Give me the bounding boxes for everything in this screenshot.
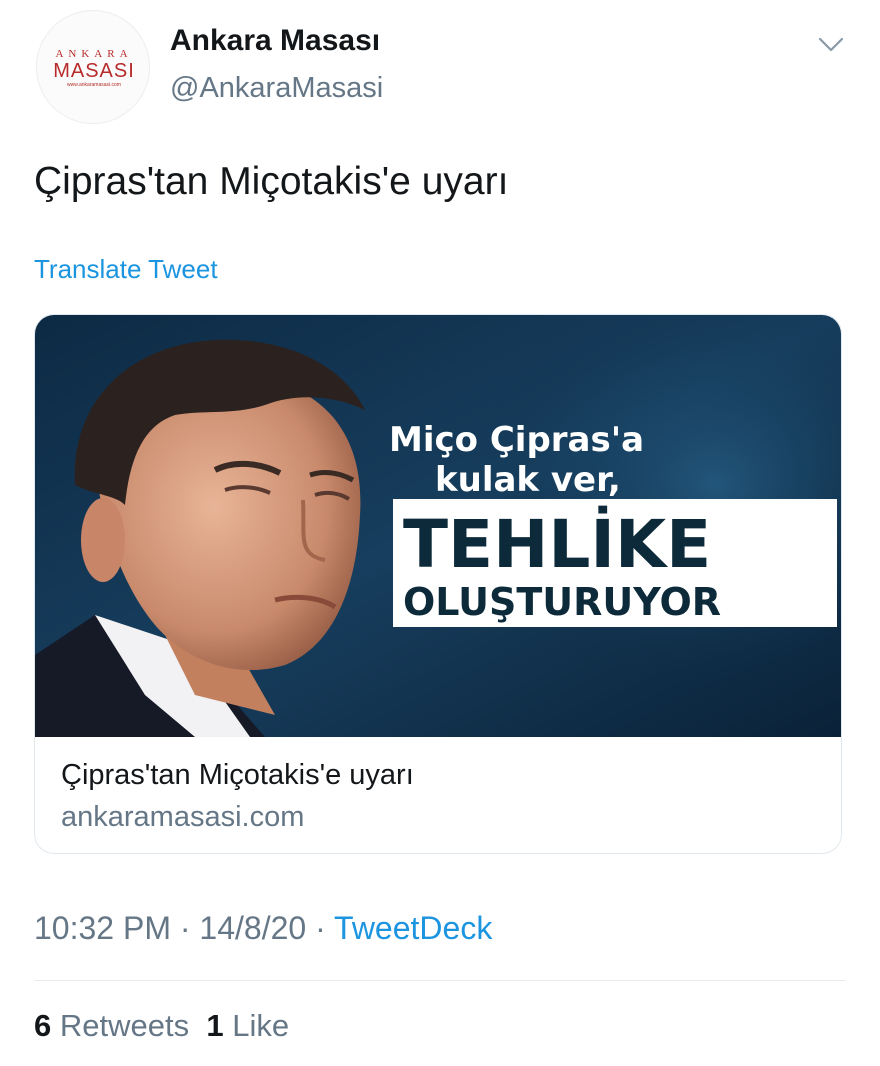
image-headline-2: kulak ver, <box>435 460 621 500</box>
chevron-down-icon[interactable] <box>818 36 844 54</box>
retweets-stat[interactable]: 6 Retweets <box>34 1008 189 1043</box>
image-headline-1: Miço Çipras'a <box>389 420 644 460</box>
image-headline-3: TEHLİKE <box>403 506 711 583</box>
translate-tweet-link[interactable]: Translate Tweet <box>34 254 218 285</box>
meta-separator: · <box>315 910 326 946</box>
card-title: Çipras'tan Miçotakis'e uyarı <box>61 759 414 791</box>
divider <box>34 980 846 981</box>
likes-stat[interactable]: 1 Like <box>206 1008 289 1043</box>
tweet-date[interactable]: 14/8/20 <box>199 910 306 946</box>
link-card[interactable]: Miço Çipras'a kulak ver, TEHLİKE OLUŞTUR… <box>34 314 842 854</box>
ankara-masasi-logo: ANKARA MASASI www.ankaramasasi.com <box>53 48 135 89</box>
tweet-text: Çipras'tan Miçotakis'e uyarı <box>34 160 509 203</box>
likes-label: Like <box>232 1008 290 1043</box>
tweet-time[interactable]: 10:32 PM <box>34 910 171 946</box>
card-domain: ankaramasasi.com <box>61 801 305 833</box>
retweets-label: Retweets <box>59 1008 190 1043</box>
tweet-stats: 6 Retweets 1 Like <box>34 1008 289 1044</box>
tweet-header: ANKARA MASASI www.ankaramasasi.com Ankar… <box>36 10 856 126</box>
card-image[interactable]: Miço Çipras'a kulak ver, TEHLİKE OLUŞTUR… <box>35 315 841 737</box>
display-name[interactable]: Ankara Masası <box>170 24 380 58</box>
retweets-count: 6 <box>34 1008 52 1043</box>
user-handle[interactable]: @AnkaraMasasi <box>170 72 383 105</box>
tweet-meta: 10:32 PM · 14/8/20 · TweetDeck <box>34 910 492 947</box>
meta-separator: · <box>179 910 191 946</box>
tweet-source-link[interactable]: TweetDeck <box>334 910 492 946</box>
image-headline-4: OLUŞTURUYOR <box>403 580 721 624</box>
likes-count: 1 <box>206 1008 224 1043</box>
avatar[interactable]: ANKARA MASASI www.ankaramasasi.com <box>36 10 150 124</box>
